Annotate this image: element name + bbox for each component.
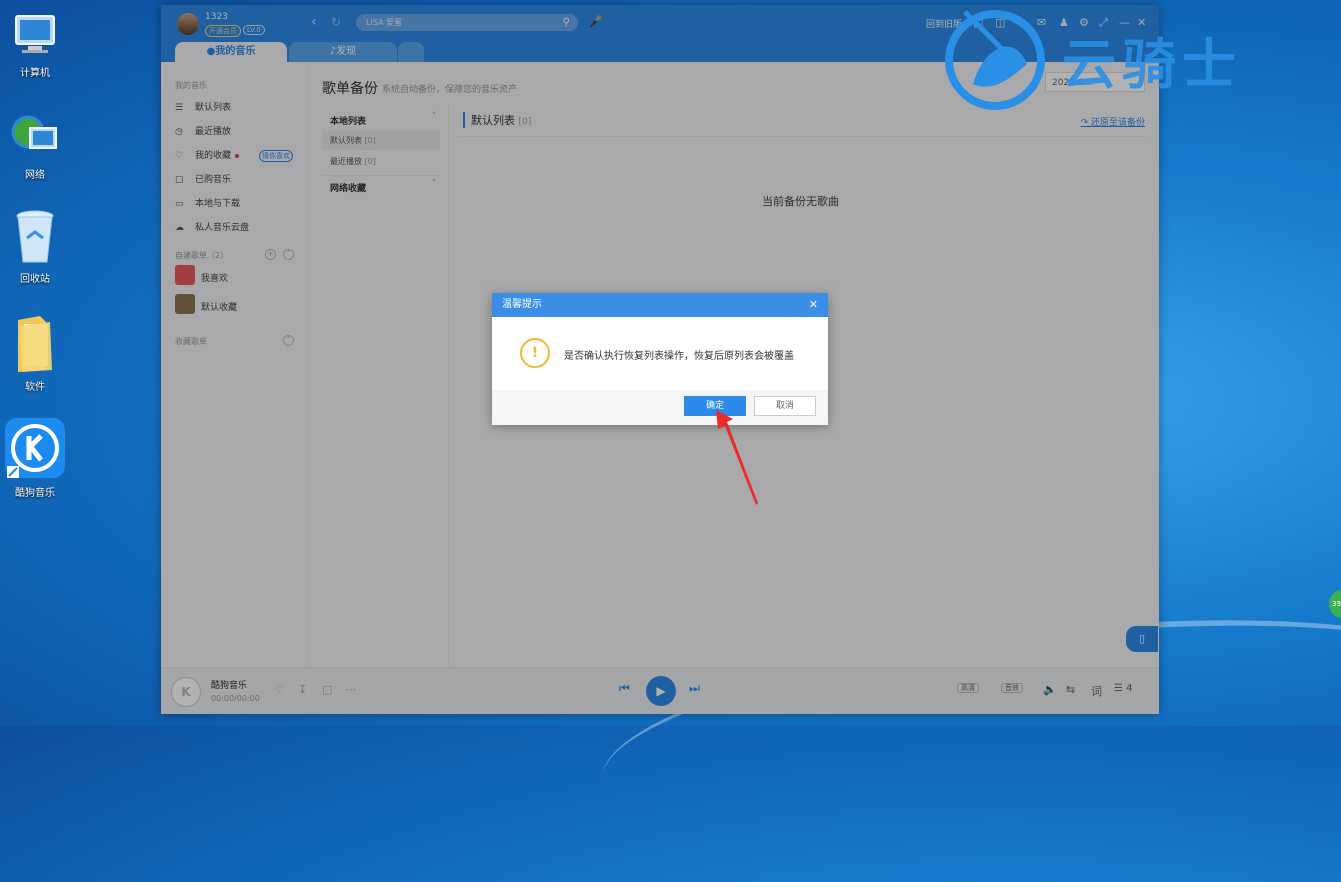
watermark-text: 云骑士	[1062, 33, 1242, 96]
